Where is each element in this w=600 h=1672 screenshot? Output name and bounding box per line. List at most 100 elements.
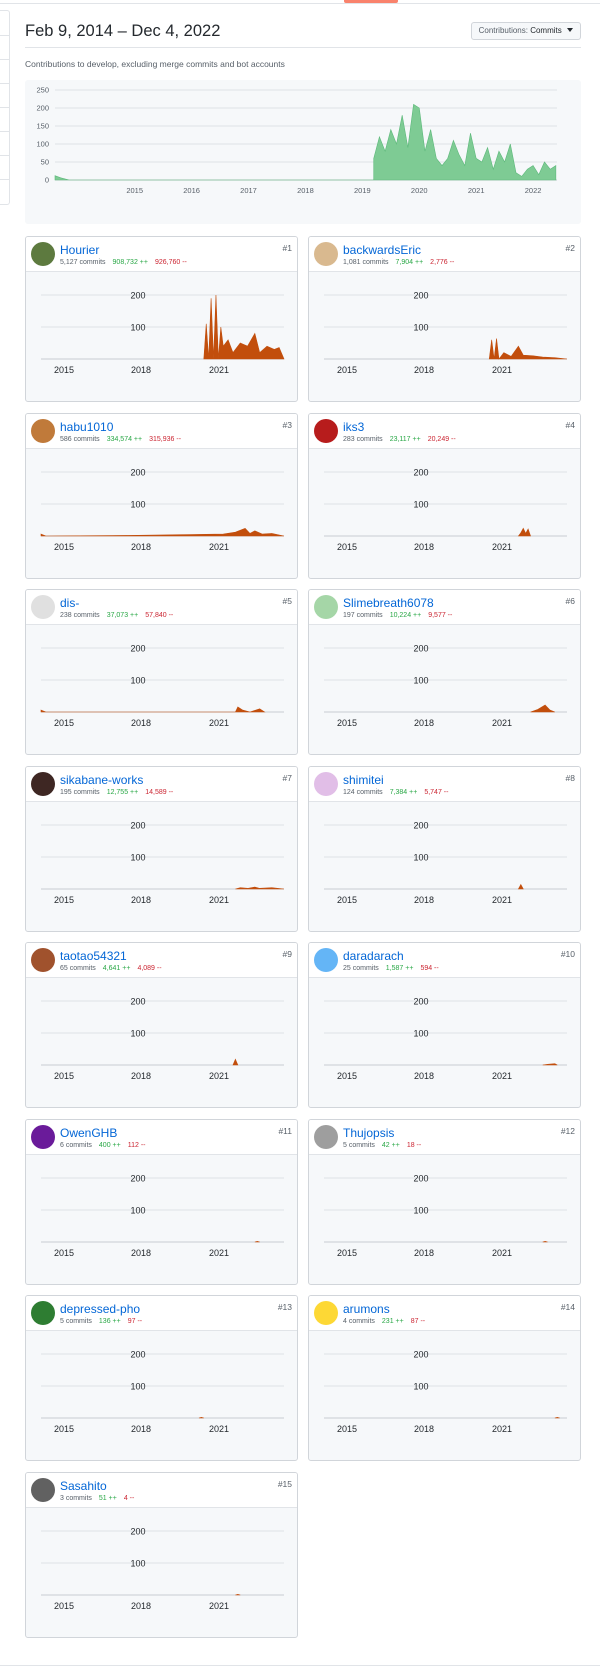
contributor-y-tick-label: 200 bbox=[130, 644, 145, 654]
overview-y-tick-label: 250 bbox=[36, 86, 49, 95]
contributor-card-header: dis- 238 commits 37,073 ++ 57,840 -- #5 bbox=[26, 590, 297, 625]
contributor-x-tick-label: 2015 bbox=[337, 895, 357, 905]
contributor-card-header: sikabane-works 195 commits 12,755 ++ 14,589… bbox=[26, 766, 297, 802]
contributor-stats: 5 commits 42 ++ 18 -- bbox=[343, 1142, 421, 1149]
contributor-card: Sasahito 3 commits 51 ++ 4 -- #15 100 200 2015 2… bbox=[25, 1471, 298, 1638]
contributor-login-link[interactable]: backwardsEric bbox=[343, 243, 421, 257]
contributor-x-tick-label: 2021 bbox=[209, 1071, 229, 1081]
commit-count-link[interactable]: 124 commits bbox=[343, 789, 383, 796]
contributor-login-link[interactable]: Thujopsis bbox=[343, 1126, 394, 1140]
commit-count-link[interactable]: 195 commits bbox=[60, 789, 100, 796]
commit-count-link[interactable]: 5 commits bbox=[343, 1142, 375, 1149]
contributor-x-tick-label: 2018 bbox=[131, 718, 151, 728]
contributor-x-tick-label: 2015 bbox=[337, 542, 357, 552]
contributor-card: habu1010 586 commits 334,574 ++ 315,936 -- #… bbox=[25, 412, 298, 579]
overview-chart: 0 50 100 150 200 250 2015 2016 2017 2018 2019 2020 2… bbox=[25, 80, 581, 224]
contributors-header: Feb 9, 2014 – Dec 4, 2022 Contributions:… bbox=[25, 14, 581, 48]
contributor-login-link[interactable]: taotao54321 bbox=[60, 949, 127, 963]
avatar[interactable] bbox=[31, 771, 55, 796]
commit-count-link[interactable]: 1,081 commits bbox=[343, 259, 389, 266]
commit-count-link[interactable]: 4 commits bbox=[343, 1318, 375, 1325]
deletions-count: 87 -- bbox=[410, 1318, 426, 1325]
contributor-login-link[interactable]: iks3 bbox=[343, 420, 364, 434]
contributor-login-link[interactable]: sikabane-works bbox=[60, 773, 143, 787]
avatar[interactable] bbox=[31, 595, 55, 619]
contributor-rank: #7 bbox=[282, 772, 292, 783]
contributor-login-link[interactable]: Slimebreath6078 bbox=[343, 596, 434, 610]
avatar[interactable] bbox=[31, 1124, 55, 1149]
avatar[interactable] bbox=[31, 948, 55, 972]
contributor-rank: #1 bbox=[282, 243, 292, 253]
contributor-x-tick-label: 2021 bbox=[209, 542, 229, 552]
contributor-x-tick-label: 2018 bbox=[131, 542, 151, 552]
contributor-rank: #12 bbox=[560, 1125, 575, 1136]
contributor-x-tick-label: 2021 bbox=[492, 365, 512, 375]
contributor-login-link[interactable]: OwenGHB bbox=[60, 1126, 117, 1140]
overview-y-tick-label: 100 bbox=[36, 140, 49, 149]
contributor-login-link[interactable]: dis- bbox=[60, 596, 79, 610]
contributor-rank: #13 bbox=[277, 1302, 292, 1312]
contributor-login-link[interactable]: depressed-pho bbox=[60, 1302, 140, 1316]
contributor-y-tick-label: 200 bbox=[413, 997, 428, 1007]
avatar[interactable] bbox=[314, 771, 338, 796]
contributor-login-link[interactable]: shimitei bbox=[343, 773, 384, 787]
commit-count-link[interactable]: 5,127 commits bbox=[60, 259, 106, 266]
avatar[interactable] bbox=[314, 1301, 338, 1325]
contributor-login-link[interactable]: habu1010 bbox=[60, 420, 113, 434]
commit-count-link[interactable]: 6 commits bbox=[60, 1142, 92, 1149]
commit-count-link[interactable]: 25 commits bbox=[343, 965, 379, 972]
contributor-chart: 100 200 2015 2018 2021 bbox=[324, 820, 567, 905]
contributor-login-link[interactable]: arumons bbox=[343, 1302, 390, 1316]
avatar[interactable] bbox=[314, 242, 338, 266]
avatar[interactable] bbox=[314, 595, 338, 619]
contributor-y-tick-label: 200 bbox=[130, 1526, 145, 1536]
avatar[interactable] bbox=[31, 1301, 55, 1325]
contributor-commits-area bbox=[554, 1417, 560, 1419]
commit-count-link[interactable]: 197 commits bbox=[343, 612, 383, 619]
contributor-card-header: depressed-pho 5 commits 136 ++ 97 -- #13 bbox=[26, 1296, 297, 1331]
deletions-count: 57,840 -- bbox=[145, 612, 174, 619]
contributor-card-header: daradarach 25 commits 1,587 ++ 594 -- #10 bbox=[309, 943, 580, 978]
deletions-count: 18 -- bbox=[406, 1141, 422, 1149]
contributor-x-tick-label: 2021 bbox=[209, 1601, 229, 1611]
contributor-chart: 100 200 2015 2018 2021 bbox=[41, 997, 284, 1081]
overview-y-tick-label: 150 bbox=[36, 122, 49, 131]
overview-x-tick-label: 2018 bbox=[297, 186, 314, 195]
contributor-card-header: backwardsEric 1,081 commits 7,904 ++ 2,776 … bbox=[309, 237, 580, 272]
contributor-rank: #3 bbox=[282, 419, 292, 430]
avatar[interactable] bbox=[314, 418, 338, 443]
contributor-y-tick-label: 200 bbox=[130, 820, 145, 830]
contributor-card: OwenGHB 6 commits 400 ++ 112 -- #11 100 200 201… bbox=[25, 1118, 298, 1285]
commit-count-link[interactable]: 3 commits bbox=[60, 1495, 92, 1502]
commit-count-link[interactable]: 238 commits bbox=[60, 612, 100, 619]
contributor-rank: #2 bbox=[565, 243, 575, 253]
contributor-login-link[interactable]: daradarach bbox=[343, 949, 404, 963]
commit-count-link[interactable]: 283 commits bbox=[343, 436, 383, 443]
commit-count-link[interactable]: 65 commits bbox=[60, 965, 96, 972]
avatar[interactable] bbox=[31, 242, 55, 266]
select-label: Contributions: bbox=[478, 26, 528, 35]
avatar[interactable] bbox=[314, 1124, 338, 1149]
avatar[interactable] bbox=[31, 418, 55, 443]
additions-count: 7,904 ++ bbox=[395, 259, 424, 266]
contributions-type-select[interactable]: Contributions: Commits bbox=[470, 22, 581, 40]
contributor-x-tick-label: 2021 bbox=[209, 895, 229, 905]
contributor-y-tick-label: 200 bbox=[413, 1350, 428, 1360]
contributor-login-link[interactable]: Sasahito bbox=[60, 1479, 107, 1493]
additions-count: 51 ++ bbox=[98, 1494, 117, 1502]
contributor-y-tick-label: 100 bbox=[130, 1029, 145, 1039]
additions-count: 23,117 ++ bbox=[389, 435, 421, 443]
avatar[interactable] bbox=[31, 1477, 55, 1502]
deletions-count: 315,936 -- bbox=[149, 435, 182, 443]
side-panel-edge bbox=[0, 10, 10, 205]
commit-count-link[interactable]: 5 commits bbox=[60, 1318, 92, 1325]
avatar[interactable] bbox=[314, 948, 338, 972]
contributor-x-tick-label: 2018 bbox=[414, 1248, 434, 1258]
contributor-y-tick-label: 100 bbox=[130, 499, 145, 509]
commit-count-link[interactable]: 586 commits bbox=[60, 436, 100, 443]
additions-count: 4,641 ++ bbox=[102, 965, 131, 972]
contributor-x-tick-label: 2021 bbox=[209, 1424, 229, 1434]
contributor-card-header: OwenGHB 6 commits 400 ++ 112 -- #11 bbox=[26, 1119, 297, 1155]
contributor-login-link[interactable]: Hourier bbox=[60, 243, 99, 257]
additions-count: 231 ++ bbox=[381, 1318, 404, 1325]
